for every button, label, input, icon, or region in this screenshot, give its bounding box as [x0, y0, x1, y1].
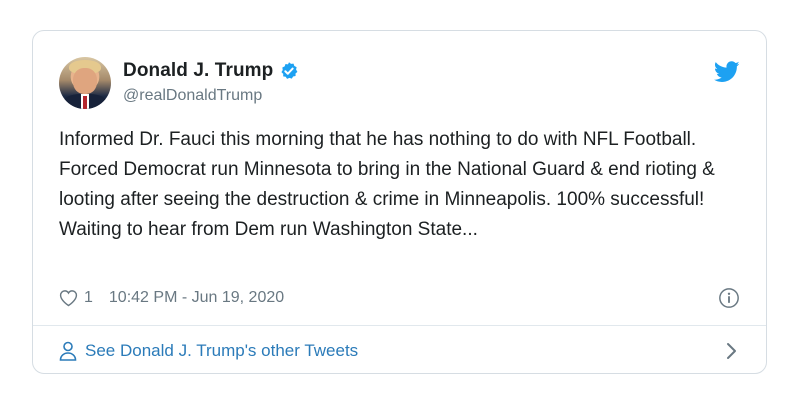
author-info[interactable]: Donald J. Trump @realDonaldTrump: [123, 59, 299, 105]
tweet-text: Informed Dr. Fauci this morning that he …: [59, 129, 715, 240]
footer-divider: [33, 325, 766, 326]
twitter-bird-icon[interactable]: [714, 61, 740, 83]
like-count[interactable]: 1: [84, 289, 93, 307]
author-display-name[interactable]: Donald J. Trump: [123, 60, 273, 82]
chevron-right-icon[interactable]: [724, 342, 738, 360]
tweet-meta: 1 10:42 PM - Jun 19, 2020: [59, 285, 740, 311]
verified-badge-icon: [281, 62, 298, 79]
tweet-card[interactable]: Donald J. Trump @realDonaldTrump Informe…: [32, 30, 767, 374]
other-tweets-link[interactable]: See Donald J. Trump's other Tweets: [59, 337, 740, 365]
tweet-timestamp[interactable]: 10:42 PM - Jun 19, 2020: [109, 289, 284, 307]
other-tweets-label[interactable]: See Donald J. Trump's other Tweets: [85, 341, 358, 361]
tweet-header: Donald J. Trump @realDonaldTrump: [59, 55, 740, 111]
author-handle[interactable]: @realDonaldTrump: [123, 87, 299, 105]
author-avatar[interactable]: [59, 57, 111, 109]
heart-icon[interactable]: [59, 289, 78, 307]
info-icon[interactable]: [718, 287, 740, 309]
person-icon: [59, 341, 77, 361]
